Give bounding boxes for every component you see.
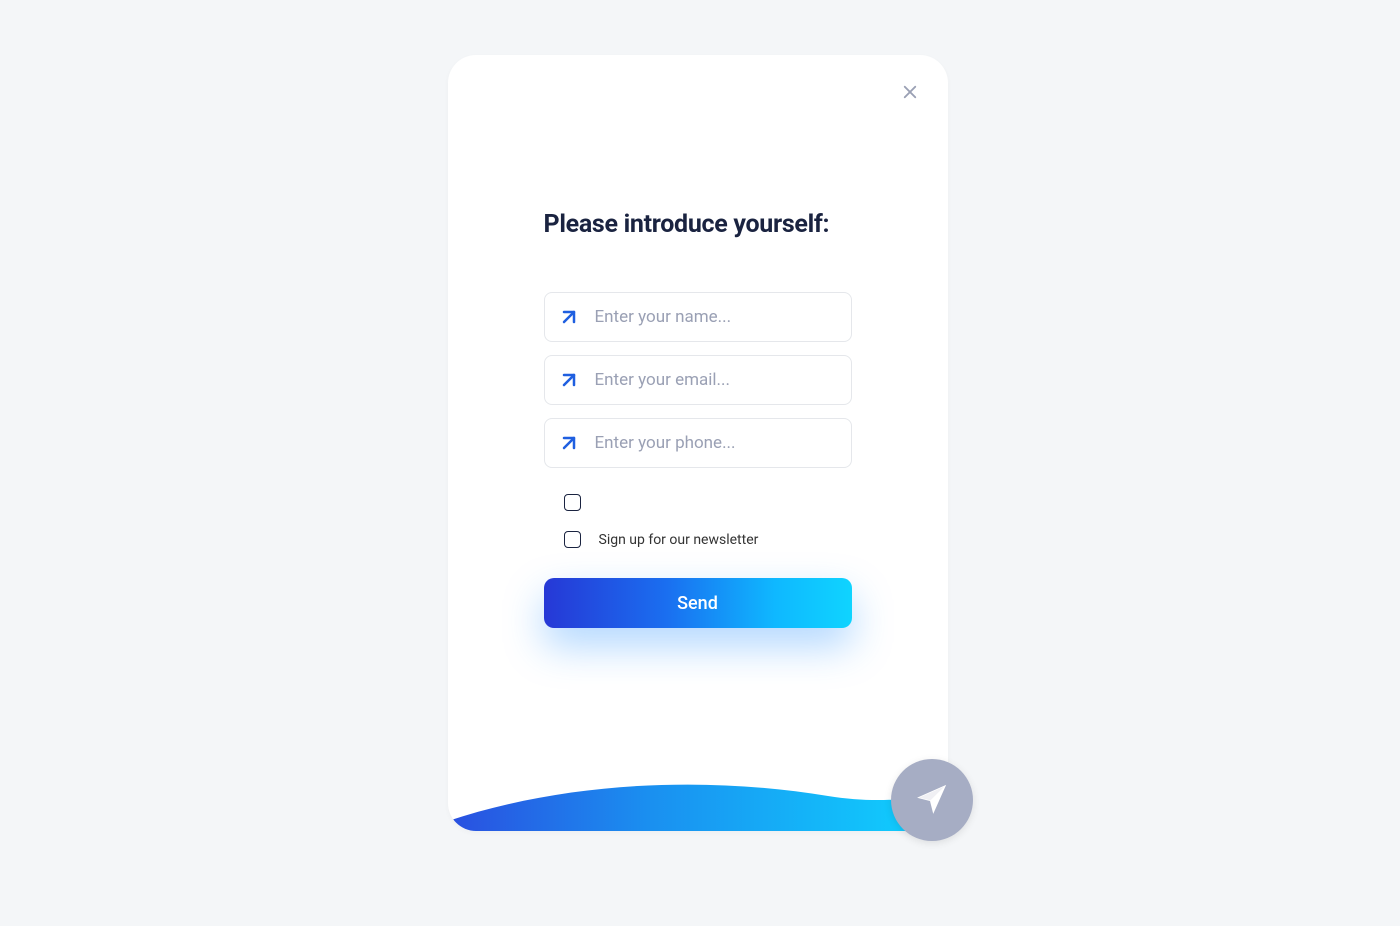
name-input[interactable] <box>544 292 852 342</box>
input-wrap <box>544 355 852 405</box>
close-icon <box>901 83 919 104</box>
form-heading: Please introduce yourself: <box>544 210 852 239</box>
send-button[interactable]: Send <box>544 578 852 628</box>
email-field-group <box>544 355 852 405</box>
close-button[interactable] <box>896 79 924 107</box>
phone-input[interactable] <box>544 418 852 468</box>
arrow-down-right-icon <box>559 307 579 327</box>
newsletter-row: Sign up for our newsletter <box>544 531 852 548</box>
arrow-down-right-icon <box>559 370 579 390</box>
name-field-group <box>544 292 852 342</box>
send-fab[interactable] <box>891 759 973 841</box>
wave-decoration <box>448 771 948 831</box>
checkbox-row-1 <box>544 494 852 511</box>
newsletter-checkbox[interactable] <box>564 531 581 548</box>
modal-container: Please introduce yourself: <box>448 55 953 831</box>
input-wrap <box>544 292 852 342</box>
email-input[interactable] <box>544 355 852 405</box>
input-wrap <box>544 418 852 468</box>
send-button-label: Send <box>677 593 718 614</box>
newsletter-label: Sign up for our newsletter <box>599 532 759 548</box>
phone-field-group <box>544 418 852 468</box>
modal-content: Please introduce yourself: <box>448 55 948 628</box>
send-icon <box>915 782 949 819</box>
arrow-down-right-icon <box>559 433 579 453</box>
intro-modal: Please introduce yourself: <box>448 55 948 831</box>
checkbox-1[interactable] <box>564 494 581 511</box>
